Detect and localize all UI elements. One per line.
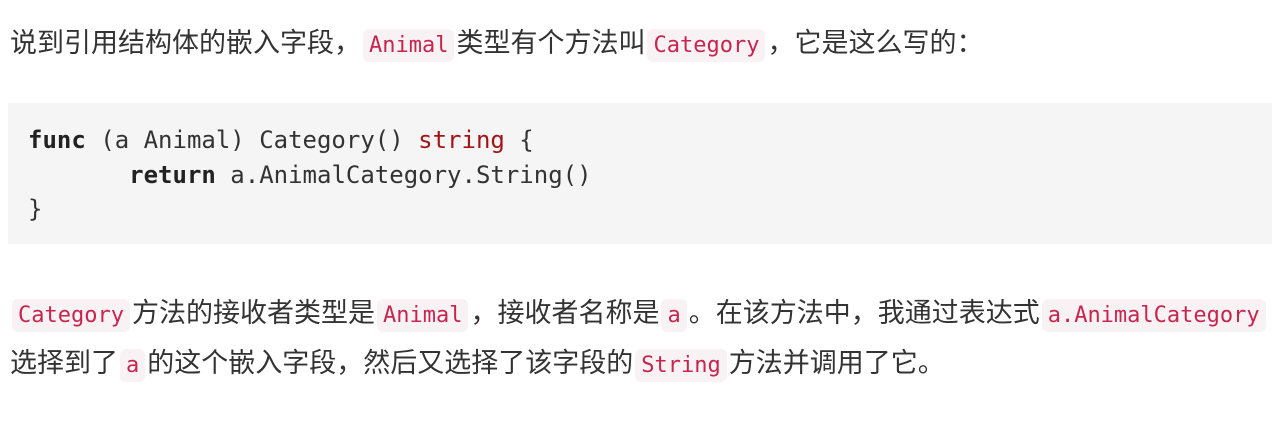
intro-text-2: 类型有个方法叫 — [456, 28, 646, 59]
explain-text-5: 的这个嵌入字段，然后又选择了该字段的 — [147, 348, 634, 379]
explain-text-1: 方法的接收者类型是 — [131, 298, 375, 329]
inline-code-category: Category — [647, 29, 766, 62]
keyword-func: func — [28, 126, 86, 154]
code-line-1: func (a Animal) Category() string { — [28, 123, 1252, 158]
code-line-2: return a.AnimalCategory.String() — [28, 158, 1252, 193]
intro-text-3: ，它是这么写的： — [767, 28, 984, 59]
article-page: 说到引用结构体的嵌入字段， Animal 类型有个方法叫 Category ，它是这么写… — [0, 0, 1272, 436]
inline-code-string: String — [635, 349, 727, 382]
code-return-expr: a.AnimalCategory.String() — [215, 160, 592, 189]
code-signature: (a Animal) Category() — [85, 126, 419, 154]
explain-text-2: ，接收者名称是 — [470, 298, 660, 329]
intro-text-1: 说到引用结构体的嵌入字段， — [10, 28, 361, 59]
inline-code-a: a — [661, 299, 687, 332]
explain-text-6: 方法并调用了它。 — [728, 348, 945, 379]
code-line-3: } — [28, 195, 43, 223]
explanation-paragraph: Category 方法的接收者类型是 Animal ，接收者名称是 a 。在该方法中，我通… — [10, 290, 1272, 390]
intro-paragraph: 说到引用结构体的嵌入字段， Animal 类型有个方法叫 Category ，它是这么写… — [10, 20, 983, 70]
type-string: string — [418, 126, 505, 154]
explain-text-3: 。在该方法中，我通过表达式 — [688, 298, 1040, 329]
inline-code-category: Category — [12, 299, 130, 332]
explain-text-4: 选择到了 — [10, 348, 118, 379]
inline-code-animal: Animal — [376, 299, 469, 332]
inline-code-animal: Animal — [363, 29, 455, 62]
inline-code-animalcategory: a.AnimalCategory — [1041, 299, 1266, 332]
code-open-brace: { — [504, 126, 534, 154]
keyword-return: return — [129, 160, 216, 189]
inline-code-a: a — [120, 349, 146, 382]
code-block: func (a Animal) Category() string { retu… — [8, 103, 1272, 244]
